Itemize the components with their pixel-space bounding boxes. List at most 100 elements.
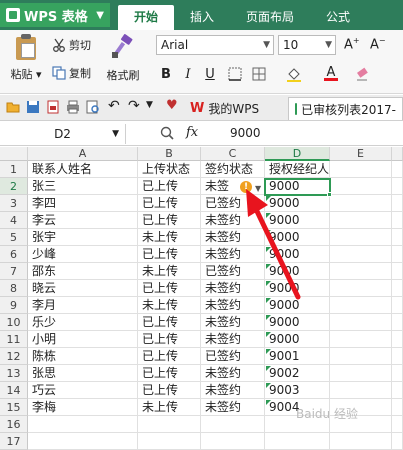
table-cell[interactable]: 9000 [265, 314, 330, 331]
table-cell[interactable] [392, 178, 403, 195]
clear-format-button[interactable] [352, 64, 372, 84]
select-all-corner[interactable] [0, 147, 28, 161]
wps-menu-button[interactable]: WPS 表格 ▼ [0, 3, 110, 27]
table-cell[interactable] [330, 382, 392, 399]
table-cell[interactable]: 未签约 [201, 382, 265, 399]
tab-formulas[interactable]: 公式 [310, 5, 366, 30]
table-cell[interactable]: 9000 [265, 331, 330, 348]
increase-font-button[interactable]: A+ [344, 36, 360, 52]
row-header[interactable]: 11 [0, 331, 28, 348]
table-cell[interactable]: 陈栋 [28, 348, 138, 365]
table-cell[interactable] [201, 416, 265, 433]
font-size-select[interactable]: 10 ▼ [278, 35, 336, 55]
chevron-down-icon[interactable]: ▼ [146, 100, 160, 114]
table-cell[interactable]: 李云 [28, 212, 138, 229]
row-header[interactable]: 17 [0, 433, 28, 450]
row-header[interactable]: 8 [0, 280, 28, 297]
save-icon[interactable] [26, 100, 40, 114]
table-cell[interactable] [330, 212, 392, 229]
doc-tab-my-wps[interactable]: W 我的WPS [184, 97, 284, 120]
column-header-c[interactable]: C [201, 147, 265, 161]
table-cell[interactable]: 晓云 [28, 280, 138, 297]
table-cell[interactable] [392, 348, 403, 365]
print-preview-icon[interactable] [86, 100, 100, 114]
table-cell[interactable] [392, 382, 403, 399]
table-cell[interactable]: 已上传 [138, 280, 201, 297]
table-cell[interactable]: 未上传 [138, 263, 201, 280]
print-icon[interactable] [66, 100, 80, 114]
table-cell[interactable] [330, 314, 392, 331]
table-cell[interactable]: 李梅 [28, 399, 138, 416]
zoom-icon[interactable] [160, 126, 174, 140]
table-cell[interactable] [330, 246, 392, 263]
row-header[interactable]: 16 [0, 416, 28, 433]
table-cell[interactable] [28, 416, 138, 433]
table-cell[interactable] [330, 195, 392, 212]
column-header-d[interactable]: D [265, 147, 330, 161]
table-cell[interactable] [330, 161, 392, 178]
row-header[interactable]: 4 [0, 212, 28, 229]
decrease-font-button[interactable]: A− [370, 36, 386, 52]
table-cell[interactable]: 张宇 [28, 229, 138, 246]
table-cell[interactable] [392, 433, 403, 450]
table-cell[interactable] [201, 433, 265, 450]
copy-button[interactable]: 复制 [52, 65, 91, 81]
table-cell[interactable] [330, 348, 392, 365]
tab-page-layout[interactable]: 页面布局 [230, 5, 310, 30]
table-cell[interactable] [138, 416, 201, 433]
table-cell[interactable] [392, 416, 403, 433]
fill-handle[interactable] [327, 192, 332, 197]
row-header[interactable]: 10 [0, 314, 28, 331]
table-cell[interactable]: 未签约 [201, 331, 265, 348]
table-cell[interactable]: 李四 [28, 195, 138, 212]
table-cell[interactable] [392, 246, 403, 263]
table-cell[interactable] [392, 297, 403, 314]
font-color-button[interactable]: A [316, 64, 346, 84]
table-cell[interactable]: 已上传 [138, 365, 201, 382]
table-cell[interactable]: 邵东 [28, 263, 138, 280]
underline-button[interactable]: U [202, 64, 218, 84]
table-cell[interactable]: 已上传 [138, 348, 201, 365]
table-cell[interactable]: 李月 [28, 297, 138, 314]
table-cell[interactable]: 9003 [265, 382, 330, 399]
table-cell[interactable]: 已上传 [138, 195, 201, 212]
table-cell[interactable]: 已上传 [138, 331, 201, 348]
table-cell[interactable]: 授权经纪人 [265, 161, 330, 178]
table-cell[interactable]: 已上传 [138, 212, 201, 229]
row-header[interactable]: 14 [0, 382, 28, 399]
table-cell[interactable]: 未签约 [201, 365, 265, 382]
table-cell[interactable]: 未上传 [138, 399, 201, 416]
tab-insert[interactable]: 插入 [174, 5, 230, 30]
table-cell[interactable]: 少峰 [28, 246, 138, 263]
table-cell[interactable] [138, 433, 201, 450]
column-header-e[interactable]: E [330, 147, 392, 161]
undo-icon[interactable]: ↶ [108, 98, 122, 114]
table-cell[interactable]: 签约状态 [201, 161, 265, 178]
table-cell[interactable]: 未上传 [138, 229, 201, 246]
table-cell[interactable] [330, 280, 392, 297]
column-header-f[interactable] [392, 147, 403, 161]
row-header[interactable]: 15 [0, 399, 28, 416]
table-cell[interactable] [330, 263, 392, 280]
table-cell[interactable]: 小明 [28, 331, 138, 348]
table-cell[interactable] [392, 212, 403, 229]
row-header[interactable]: 3 [0, 195, 28, 212]
italic-button[interactable]: I [180, 64, 196, 84]
table-cell[interactable] [392, 314, 403, 331]
merge-button[interactable] [250, 64, 268, 84]
table-cell[interactable]: 未上传 [138, 297, 201, 314]
table-cell[interactable] [330, 297, 392, 314]
cut-button[interactable]: 剪切 [52, 37, 91, 53]
table-cell[interactable]: 9002 [265, 365, 330, 382]
font-name-select[interactable]: Arial ▼ [156, 35, 274, 55]
table-cell[interactable]: 9001 [265, 348, 330, 365]
table-cell[interactable] [392, 229, 403, 246]
table-cell[interactable]: 张三 [28, 178, 138, 195]
column-header-a[interactable]: A [28, 147, 138, 161]
paste-button[interactable]: 粘贴 ▾ [6, 34, 46, 82]
table-cell[interactable]: 上传状态 [138, 161, 201, 178]
table-cell[interactable] [392, 331, 403, 348]
row-header[interactable]: 2 [0, 178, 28, 195]
tab-home[interactable]: 开始 [118, 5, 175, 30]
column-header-b[interactable]: B [138, 147, 201, 161]
